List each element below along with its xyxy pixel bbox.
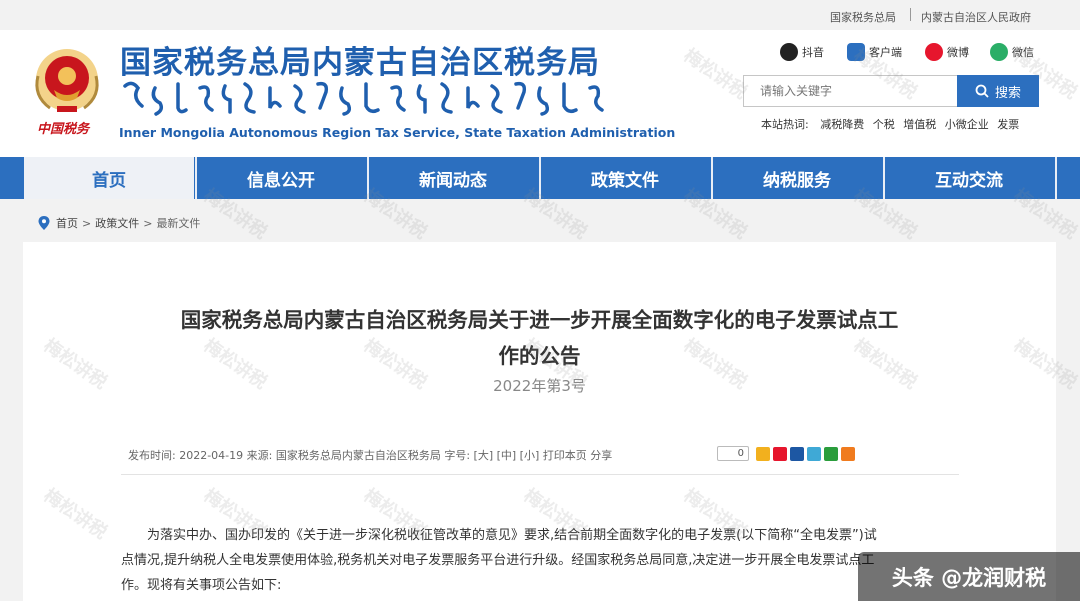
document-number: 2022年第3号 [493, 377, 586, 395]
body-line-3: 作。现将有关事项公告如下: [121, 578, 282, 593]
breadcrumb: 首页 > 政策文件 > 最新文件 [38, 215, 200, 231]
share-renren-icon[interactable] [790, 447, 804, 461]
body-line-1: 为落实中办、国办印发的《关于进一步深化税收征管改革的意见》要求,结合前期全面数字… [147, 528, 877, 543]
social-client-label: 客户端 [869, 46, 902, 59]
hot-word-invoice[interactable]: 发票 [997, 118, 1019, 131]
social-wechat-label: 微信 [1012, 46, 1034, 59]
hot-word-vat[interactable]: 增值税 [903, 118, 936, 131]
nav-info-disclosure[interactable]: 信息公开 [196, 157, 366, 199]
search-box: 搜索 [743, 75, 1039, 107]
body-line-2: 点情况,提升纳税人全电发票使用体验,税务机关对电子发票服务平台进行升级。经国家税… [121, 553, 875, 568]
breadcrumb-policy[interactable]: 政策文件 [95, 215, 139, 231]
wechat-icon [990, 43, 1008, 61]
social-douyin-label: 抖音 [802, 46, 824, 59]
site-title-cn[interactable]: 国家税务总局内蒙古自治区税务局 [120, 37, 600, 82]
main-nav: 首页 信息公开 新闻动态 政策文件 纳税服务 互动交流 [0, 157, 1080, 199]
nav-tax-service[interactable]: 纳税服务 [712, 157, 882, 199]
social-wechat[interactable]: 微信 [990, 42, 1034, 62]
share-douban-icon[interactable] [824, 447, 838, 461]
social-douyin[interactable]: 抖音 [780, 42, 824, 62]
search-input[interactable] [744, 76, 956, 106]
meta-divider [121, 474, 959, 475]
share-qzone-icon[interactable] [756, 447, 770, 461]
toutiao-attribution: 头条 @龙润财税 [858, 552, 1080, 601]
social-weibo[interactable]: 微博 [925, 42, 969, 62]
tax-emblem-icon[interactable]: 中国税务 [30, 46, 105, 150]
nav-interaction[interactable]: 互动交流 [884, 157, 1054, 199]
location-pin-icon [38, 216, 50, 230]
breadcrumb-home[interactable]: 首页 [56, 215, 78, 231]
article-title-line2: 作的公告 [498, 344, 581, 368]
breadcrumb-latest[interactable]: 最新文件 [156, 215, 200, 231]
hot-words-label: 本站热词: [761, 118, 809, 131]
app-client-icon [847, 43, 865, 61]
nav-policy[interactable]: 政策文件 [540, 157, 710, 199]
search-button[interactable]: 搜索 [957, 75, 1039, 107]
site-header: 中国税务 国家税务总局内蒙古自治区税务局 Inner Mongolia Auto… [0, 30, 1080, 157]
top-link-sat[interactable]: 国家税务总局 [830, 9, 896, 25]
hot-word-small-business[interactable]: 小微企业 [945, 118, 989, 131]
nav-news[interactable]: 新闻动态 [368, 157, 538, 199]
douyin-icon [780, 43, 798, 61]
article-title-line1: 国家税务总局内蒙古自治区税务局关于进一步开展全面数字化的电子发票试点工 [180, 308, 899, 332]
share-icons [756, 447, 855, 461]
mongolian-script-title [123, 81, 604, 116]
article-meta: 发布时间: 2022-04-19 来源: 国家税务总局内蒙古自治区税务局 字号:… [128, 449, 613, 462]
hot-word-tax-reduction[interactable]: 减税降费 [820, 118, 864, 131]
share-weibo-icon[interactable] [773, 447, 787, 461]
search-icon [975, 84, 989, 98]
top-link-inner-mongolia-gov[interactable]: 内蒙古自治区人民政府 [921, 9, 1031, 25]
social-weibo-label: 微博 [947, 46, 969, 59]
hot-word-iit[interactable]: 个税 [873, 118, 895, 131]
share-more-icon[interactable] [841, 447, 855, 461]
site-title-en: Inner Mongolia Autonomous Region Tax Ser… [119, 125, 676, 140]
top-utility-bar: 国家税务总局 内蒙古自治区人民政府 [0, 0, 1080, 30]
nav-home[interactable]: 首页 [24, 157, 194, 199]
article-body: 为落实中办、国办印发的《关于进一步深化税收征管改革的意见》要求,结合前期全面数字… [121, 523, 961, 598]
share-tqq-icon[interactable] [807, 447, 821, 461]
weibo-icon [925, 43, 943, 61]
hot-words: 本站热词: 减税降费 个税 增值税 小微企业 发票 [761, 116, 1024, 132]
share-count[interactable]: 0 [717, 446, 749, 461]
article-title: 国家税务总局内蒙古自治区税务局关于进一步开展全面数字化的电子发票试点工 作的公告 [23, 302, 1056, 374]
social-client[interactable]: 客户端 [847, 42, 902, 62]
search-button-label: 搜索 [994, 85, 1021, 101]
emblem-caption: 中国税务 [37, 122, 90, 137]
top-link-divider [910, 8, 911, 21]
article-panel: 国家税务总局内蒙古自治区税务局关于进一步开展全面数字化的电子发票试点工 作的公告… [23, 242, 1056, 601]
